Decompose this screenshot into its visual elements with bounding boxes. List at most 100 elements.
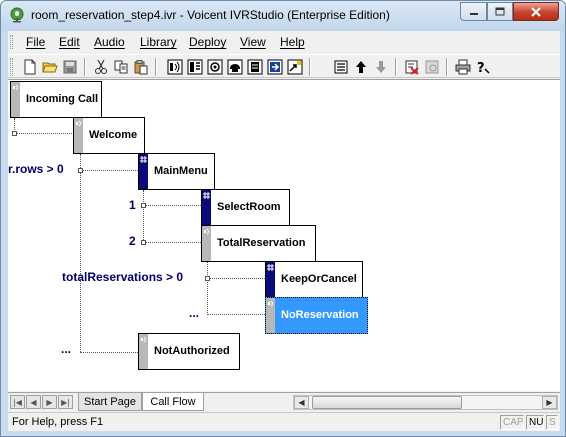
disabled-tool-icon [425, 60, 439, 74]
move-up-icon [356, 61, 366, 73]
condition-key-2: 2 [129, 234, 136, 248]
menu-bar: File Edit Audio Library Deploy View Help [8, 31, 560, 53]
jump-node-button[interactable] [286, 58, 304, 76]
cut-button[interactable] [92, 58, 110, 76]
menu-file[interactable]: File [26, 35, 45, 49]
maximize-button[interactable] [487, 2, 513, 21]
node-label: MainMenu [154, 165, 208, 177]
last-tab-button[interactable]: ▶| [58, 395, 73, 409]
minimize-button[interactable] [460, 2, 487, 21]
keypad-icon [203, 192, 210, 199]
menu-library[interactable]: Library [140, 35, 177, 49]
node-welcome[interactable]: Welcome [73, 117, 145, 154]
prompt-node-icon [167, 59, 183, 75]
menu-deploy[interactable]: Deploy [189, 35, 226, 49]
title-bar[interactable]: room_reservation_step4.ivr - Voicent IVR… [1, 1, 565, 31]
speaker-icon [76, 120, 81, 127]
horizontal-scrollbar[interactable]: ◀ ▶ [293, 395, 558, 410]
connector [143, 242, 201, 243]
save-icon [63, 60, 77, 74]
connector [207, 261, 208, 315]
validate-button[interactable] [403, 58, 421, 76]
menu-edit[interactable]: Edit [59, 35, 80, 49]
node-total-reservation[interactable]: TotalReservation [201, 225, 316, 262]
call-flow-canvas[interactable]: r.rows > 0 1 2 totalReservations > 0 ...… [8, 79, 560, 391]
print-button[interactable] [454, 58, 472, 76]
next-tab-button[interactable]: ▶ [42, 395, 57, 409]
node-no-reservation[interactable]: NoReservation [265, 297, 368, 334]
save-button[interactable] [61, 58, 79, 76]
expand-toggle[interactable] [141, 203, 146, 208]
maximize-icon [495, 7, 505, 15]
prompt-strip [202, 226, 211, 261]
menu-node-button[interactable] [186, 58, 204, 76]
speaker-icon [13, 84, 18, 91]
node-keep-or-cancel[interactable]: KeepOrCancel [265, 261, 363, 298]
connector [80, 170, 138, 171]
tab-call-flow[interactable]: Call Flow [142, 393, 204, 411]
close-button[interactable] [513, 2, 559, 21]
connector [143, 205, 201, 206]
menubar-grip[interactable] [10, 35, 13, 49]
paste-button[interactable] [132, 58, 150, 76]
connector [14, 118, 15, 132]
num-lock-indicator: NU [526, 415, 544, 430]
prev-tab-button[interactable]: ◀ [26, 395, 41, 409]
tab-start-page[interactable]: Start Page [78, 393, 142, 411]
copy-button[interactable] [112, 58, 130, 76]
scroll-right-icon: ▶ [546, 398, 553, 407]
scroll-thumb[interactable] [312, 396, 462, 409]
keypad-icon [140, 156, 147, 163]
expand-toggle[interactable] [141, 240, 146, 245]
scroll-lock-indicator: S [546, 415, 558, 430]
move-up-button[interactable] [352, 58, 370, 76]
prompt-strip [11, 82, 20, 117]
node-not-authorized[interactable]: NotAuthorized [138, 333, 240, 370]
goto-node-button[interactable] [266, 58, 284, 76]
node-incoming-call[interactable]: Incoming Call [10, 81, 102, 118]
scroll-right-button[interactable]: ▶ [542, 396, 557, 409]
toolbar-grip[interactable] [10, 58, 13, 76]
properties-button[interactable] [332, 58, 350, 76]
node-main-menu[interactable]: MainMenu [138, 153, 215, 190]
toolbar-separator [309, 58, 311, 76]
expand-toggle[interactable] [205, 276, 210, 281]
node-label: SelectRoom [217, 201, 281, 213]
help-button[interactable]: ? [474, 58, 492, 76]
first-tab-button[interactable]: |◀ [10, 395, 25, 409]
transfer-node-button[interactable] [226, 58, 244, 76]
next-icon: ▶ [46, 397, 53, 407]
toolbar-separator [84, 58, 86, 76]
toolbar-separator [446, 58, 448, 76]
svg-text:?: ? [477, 61, 485, 75]
scroll-left-button[interactable]: ◀ [294, 396, 309, 409]
expand-toggle[interactable] [78, 168, 83, 173]
node-label: TotalReservation [217, 237, 306, 249]
database-node-button[interactable] [246, 58, 264, 76]
caps-lock-indicator: CAP [500, 415, 524, 430]
node-select-room[interactable]: SelectRoom [201, 189, 290, 226]
new-button[interactable] [21, 58, 39, 76]
expand-toggle[interactable] [12, 131, 17, 136]
menu-audio[interactable]: Audio [94, 35, 125, 49]
properties-icon [334, 60, 348, 74]
new-icon [24, 59, 36, 75]
menu-view[interactable]: View [240, 35, 266, 49]
speaker-icon [268, 300, 273, 307]
node-label: NoReservation [281, 309, 359, 321]
menu-strip [266, 262, 275, 297]
move-down-icon [376, 61, 386, 73]
record-node-button[interactable] [206, 58, 224, 76]
connector [143, 190, 144, 242]
menu-node-icon [187, 59, 203, 75]
copy-icon [114, 60, 128, 74]
tab-strip: |◀ ◀ ▶ ▶| Start Page Call Flow ◀ ▶ [8, 392, 560, 411]
open-button[interactable] [41, 58, 59, 76]
help-icon: ? [477, 61, 490, 75]
condition-key-1: 1 [129, 198, 136, 212]
cut-icon [95, 59, 107, 74]
prompt-node-button[interactable] [166, 58, 184, 76]
last-icon: ▶| [61, 397, 70, 407]
menu-help[interactable]: Help [280, 35, 305, 49]
database-node-icon [247, 59, 263, 75]
